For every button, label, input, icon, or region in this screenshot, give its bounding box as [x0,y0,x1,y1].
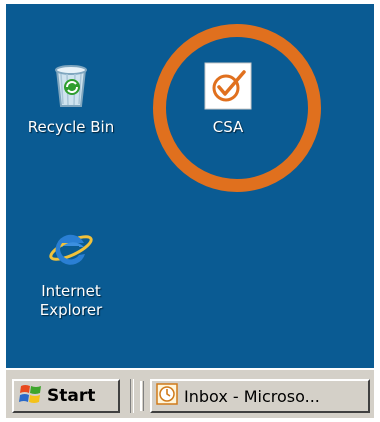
desktop-icon-csa[interactable]: CSA [173,62,283,137]
start-button[interactable]: Start [12,379,120,413]
taskbar-grip[interactable] [140,381,144,411]
start-label: Start [47,386,96,406]
taskbar-button-label: Inbox - Microso... [184,386,320,406]
desktop-icon-internet-explorer[interactable]: Internet Explorer [16,226,126,320]
desktop: Recycle Bin CSA Internet Explorer [6,4,374,368]
taskbar-separator [130,379,134,413]
recycle-bin-icon [47,62,95,110]
windows-logo-icon [19,383,43,410]
clock-icon [156,382,178,410]
screenshot-frame: Recycle Bin CSA Internet Explorer Start … [0,0,380,422]
csa-checkmark-icon [204,62,252,110]
internet-explorer-icon [47,226,95,274]
desktop-icon-recycle-bin[interactable]: Recycle Bin [16,62,126,137]
desktop-icon-label: Recycle Bin [27,118,115,136]
desktop-icon-label: Internet Explorer [39,282,103,319]
taskbar-button-inbox[interactable]: Inbox - Microso... [150,379,370,413]
taskbar: Start Inbox - Microso... [6,368,374,418]
desktop-icon-label: CSA [212,118,244,136]
